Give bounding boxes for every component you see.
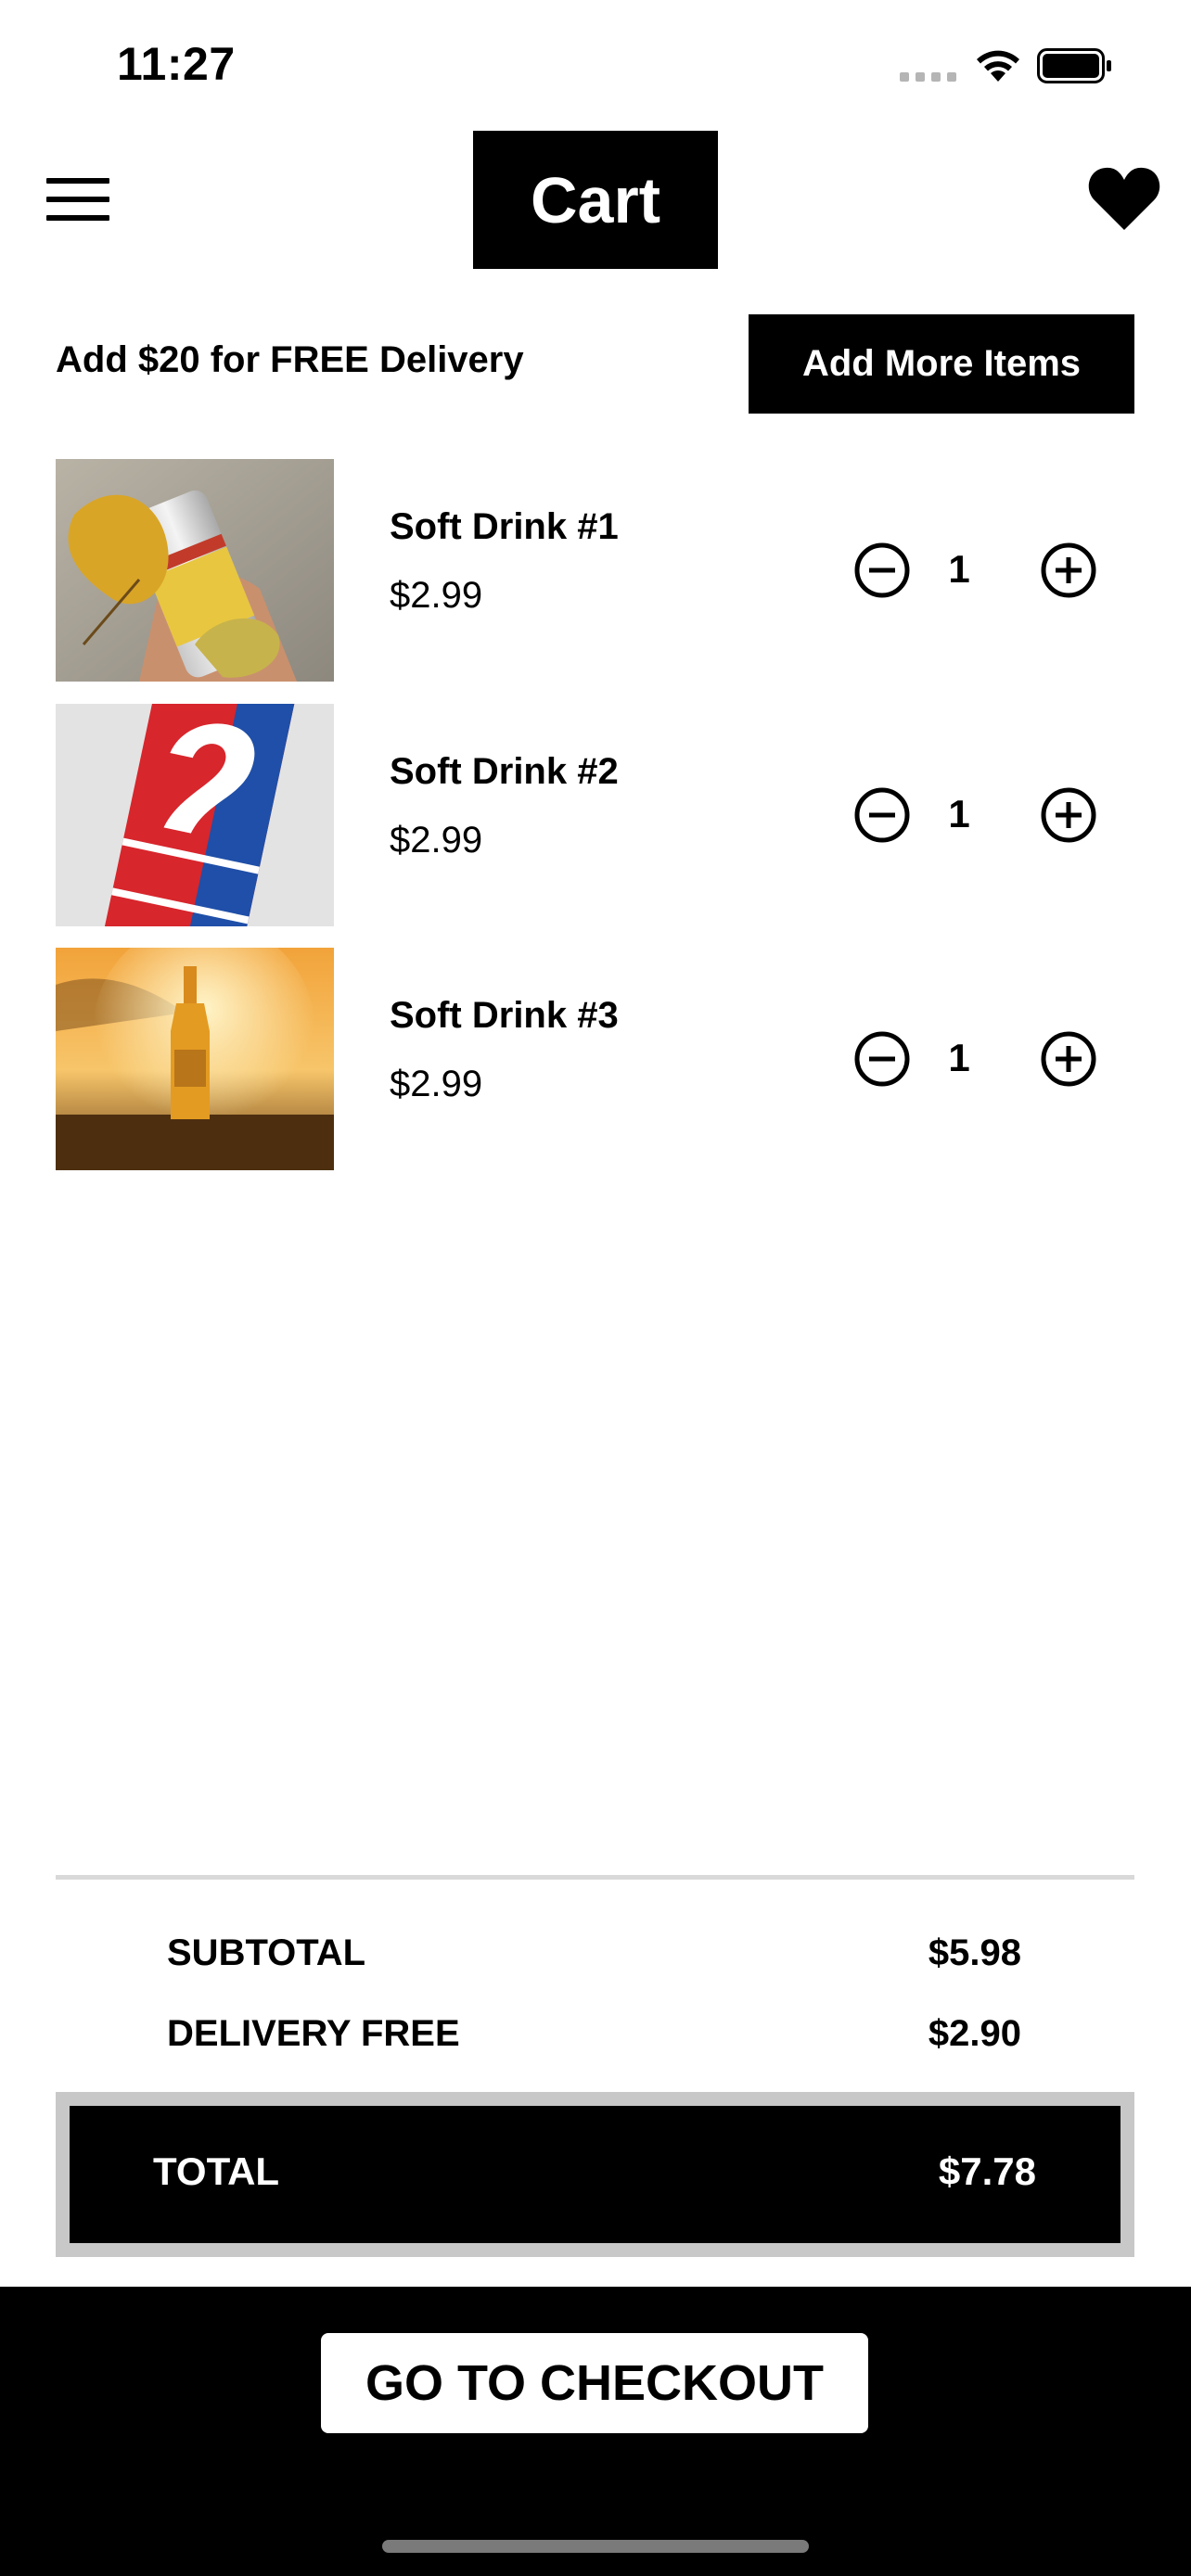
cellular-signal-icon bbox=[900, 72, 956, 82]
item-name: Soft Drink #2 bbox=[390, 751, 619, 792]
item-price: $2.99 bbox=[390, 820, 483, 861]
total-label: TOTAL bbox=[153, 2149, 280, 2193]
item-name: Soft Drink #3 bbox=[390, 995, 619, 1036]
item-quantity: 1 bbox=[948, 792, 970, 835]
plus-circle-icon[interactable] bbox=[1040, 1030, 1097, 1088]
item-name: Soft Drink #1 bbox=[390, 506, 619, 547]
summary-divider bbox=[56, 1875, 1134, 1880]
wifi-icon bbox=[977, 50, 1019, 82]
add-more-items-button[interactable]: Add More Items bbox=[749, 314, 1134, 414]
subtotal-label: SUBTOTAL bbox=[167, 1932, 366, 1973]
total-value: $7.78 bbox=[938, 2149, 1036, 2193]
minus-circle-icon[interactable] bbox=[853, 1030, 911, 1088]
hamburger-menu-icon[interactable] bbox=[46, 178, 109, 221]
page-title: Cart bbox=[473, 131, 718, 269]
checkout-button[interactable]: GO TO CHECKOUT bbox=[321, 2333, 868, 2433]
item-quantity: 1 bbox=[948, 1036, 970, 1079]
item-price: $2.99 bbox=[390, 1064, 483, 1104]
plus-circle-icon[interactable] bbox=[1040, 786, 1097, 844]
item-image-1 bbox=[56, 459, 334, 682]
free-delivery-promo: Add $20 for FREE Delivery bbox=[56, 339, 524, 380]
delivery-label: DELIVERY FREE bbox=[167, 2013, 460, 2054]
item-price: $2.99 bbox=[390, 575, 483, 616]
minus-circle-icon[interactable] bbox=[853, 542, 911, 599]
battery-icon bbox=[1037, 48, 1111, 83]
minus-circle-icon[interactable] bbox=[853, 786, 911, 844]
plus-circle-icon[interactable] bbox=[1040, 542, 1097, 599]
status-time: 11:27 bbox=[117, 38, 236, 90]
subtotal-value: $5.98 bbox=[928, 1932, 1021, 1973]
item-image-2 bbox=[56, 704, 334, 926]
delivery-value: $2.90 bbox=[928, 2013, 1021, 2054]
home-indicator bbox=[382, 2540, 809, 2553]
item-quantity: 1 bbox=[948, 547, 970, 591]
item-image-3 bbox=[56, 948, 334, 1170]
heart-icon[interactable] bbox=[1087, 165, 1161, 232]
